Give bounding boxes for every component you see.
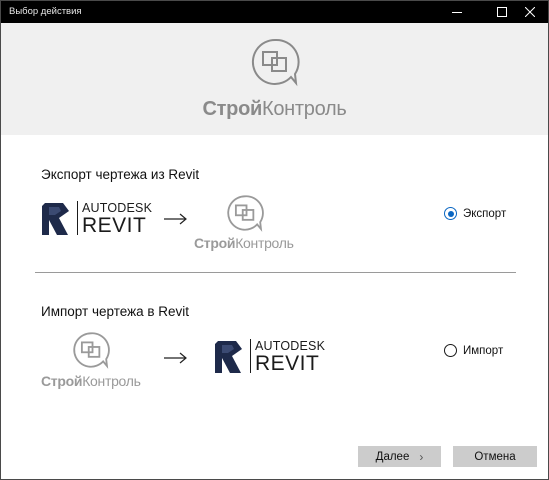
stroykontrol-logo-icon xyxy=(251,38,300,87)
header-banner: СтройКонтроль xyxy=(1,23,548,135)
cancel-button[interactable]: Отмена xyxy=(453,446,537,467)
next-button-label: Далее xyxy=(375,450,410,463)
brand-name-small: СтройКонтроль xyxy=(194,235,294,251)
minimize-icon xyxy=(452,12,462,13)
stroykontrol-small-icon xyxy=(73,332,110,369)
export-section-title: Экспорт чертежа из Revit xyxy=(41,167,200,182)
title-bar: Выбор действия xyxy=(1,1,548,23)
brand-regular: Контроль xyxy=(261,98,347,120)
minimize-button[interactable] xyxy=(439,1,475,23)
chevron-right-icon: › xyxy=(419,449,424,464)
export-radio[interactable]: Экспорт xyxy=(444,207,506,220)
section-divider xyxy=(35,272,516,273)
arrow-right-icon xyxy=(164,213,187,225)
autodesk-text: AUTODESK xyxy=(255,339,326,353)
dialog-window: Выбор действия СтройКонтроль Экспорт чер… xyxy=(0,0,549,480)
brand-name: СтройКонтроль xyxy=(1,98,548,121)
import-radio[interactable]: Импорт xyxy=(444,344,503,357)
arrow-right-icon xyxy=(164,352,187,364)
revit-text: REVIT xyxy=(82,214,147,237)
stroykontrol-small-icon xyxy=(227,195,264,232)
revit-r-icon xyxy=(42,203,69,235)
maximize-icon xyxy=(497,7,507,17)
window-title: Выбор действия xyxy=(9,6,82,17)
radio-unchecked-icon[interactable] xyxy=(444,344,457,357)
next-button[interactable]: Далее › xyxy=(358,446,441,467)
revit-text: REVIT xyxy=(255,352,320,375)
radio-checked-icon[interactable] xyxy=(444,207,457,220)
export-radio-label[interactable]: Экспорт xyxy=(463,208,506,220)
brand-name-small: СтройКонтроль xyxy=(41,373,141,389)
cancel-button-label: Отмена xyxy=(474,450,516,463)
import-section-title: Импорт чертежа в Revit xyxy=(41,304,190,319)
brand-bold: Строй xyxy=(202,98,263,120)
autodesk-revit-logo-import: AUTODESK REVIT xyxy=(214,339,325,375)
revit-r-icon xyxy=(215,341,242,373)
import-radio-label[interactable]: Импорт xyxy=(463,345,503,357)
close-icon xyxy=(525,7,535,17)
close-button[interactable] xyxy=(512,1,548,23)
autodesk-text: AUTODESK xyxy=(82,201,153,215)
autodesk-revit-logo-export: AUTODESK REVIT xyxy=(41,201,152,237)
